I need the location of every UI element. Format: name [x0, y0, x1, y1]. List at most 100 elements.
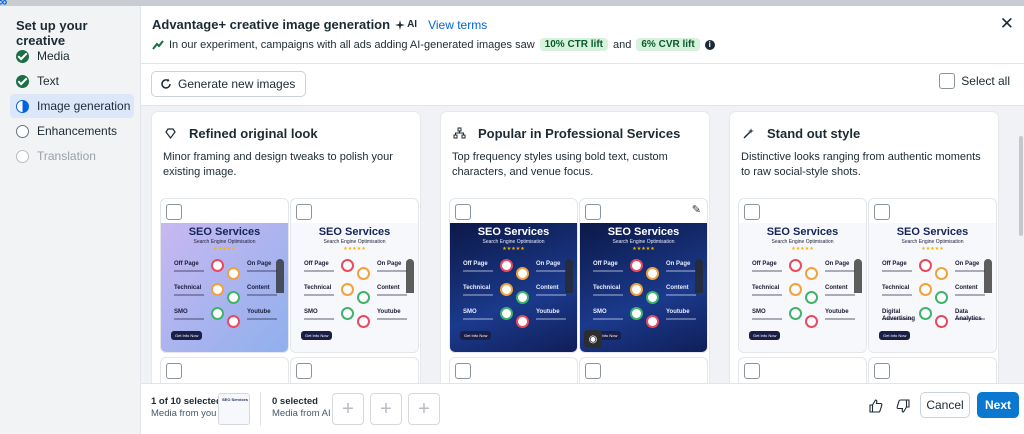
poster-heading: SEO Services	[766, 226, 839, 238]
eye-icon[interactable]: ◉	[584, 330, 602, 348]
toolbar: Generate new images Select all	[141, 64, 1024, 106]
selected-media-thumbnail[interactable]: SEO Services	[218, 393, 250, 425]
poster-bubble	[630, 283, 643, 296]
info-icon[interactable]: i	[704, 39, 715, 50]
poster-item-left: SMO	[593, 309, 607, 315]
close-icon[interactable]: ✕	[1000, 15, 1014, 32]
rating-stars: ★★★★★	[632, 246, 655, 252]
poster-bubble	[935, 291, 948, 304]
image-tile[interactable]	[450, 358, 577, 383]
image-checkbox[interactable]	[585, 204, 601, 220]
poster-bubble	[805, 291, 818, 304]
card-title-text: Stand out style	[767, 126, 861, 141]
image-tile[interactable]: SEO Services Search Engine Optimisation ★★…	[450, 199, 577, 352]
media-from-ai: 0 selected Media from AI	[272, 396, 331, 420]
style-card-professional: Popular in Professional Services Top fre…	[441, 112, 709, 383]
poster-text-line	[825, 318, 855, 320]
thumbs-down-icon[interactable]	[896, 399, 910, 416]
poster-bubble	[341, 307, 354, 320]
poster-bubble	[211, 283, 224, 296]
image-tile[interactable]: ✎ SEO Services Search Engine Optimisation…	[580, 199, 707, 352]
poster-text-line	[955, 294, 985, 296]
image-tile[interactable]	[291, 358, 418, 383]
image-checkbox[interactable]	[455, 204, 471, 220]
seo-poster-image: SEO Services Search Engine Optimisation ★★…	[291, 223, 418, 352]
poster-text-line	[377, 318, 407, 320]
media-from-ai-label: Media from AI	[272, 408, 331, 419]
experiment-banner: In our experiment, campaigns with all ad…	[152, 38, 715, 51]
half-circle-icon	[16, 99, 29, 113]
image-tile[interactable]: SEO Services Search Engine Optimisation ★★…	[739, 199, 866, 352]
page-title-text: Advantage+ creative image generation	[152, 17, 391, 32]
scrollbar[interactable]	[1019, 136, 1023, 236]
refresh-icon	[161, 78, 171, 89]
check-circle-icon	[16, 74, 29, 88]
image-tile[interactable]: SEO Services Search Engine Optimisation ★★…	[161, 199, 288, 352]
generate-new-images-button[interactable]: Generate new images	[151, 71, 307, 97]
poster-heading: SEO Services	[188, 226, 261, 238]
poster-bubble	[357, 267, 370, 280]
poster-bubble	[646, 291, 659, 304]
poster-text-line	[463, 318, 493, 320]
poster-bubble	[646, 267, 659, 280]
sidebar-item-image-generation[interactable]: Image generation	[10, 94, 134, 118]
image-tile[interactable]	[580, 358, 707, 383]
building-icon	[453, 127, 466, 139]
select-all[interactable]: Select all	[939, 73, 1010, 89]
image-checkbox[interactable]	[874, 363, 890, 379]
image-tile[interactable]	[161, 358, 288, 383]
view-terms-link[interactable]: View terms	[428, 18, 487, 32]
next-button[interactable]: Next	[977, 392, 1019, 418]
ai-badge: AI	[395, 19, 417, 30]
image-checkbox[interactable]	[166, 363, 182, 379]
image-tile[interactable]	[739, 358, 866, 383]
poster-person	[406, 259, 414, 293]
poster-subheading: Search Engine Optimisation	[193, 239, 256, 245]
sidebar-item-enhancements[interactable]: Enhancements	[10, 119, 134, 143]
poster-bubble	[919, 307, 932, 320]
pencil-icon[interactable]: ✎	[692, 203, 701, 216]
image-checkbox[interactable]	[744, 363, 760, 379]
image-checkbox[interactable]	[296, 363, 312, 379]
add-media-slot[interactable]: +	[332, 393, 364, 425]
poster-item-left: Off Page	[882, 261, 907, 267]
thumbs-up-icon[interactable]	[869, 399, 883, 416]
image-checkbox[interactable]	[455, 363, 471, 379]
image-checkbox[interactable]	[585, 363, 601, 379]
poster-subheading: Search Engine Optimisation	[323, 239, 386, 245]
ctr-lift-badge: 10% CTR lift	[539, 38, 608, 51]
poster-bubble	[919, 259, 932, 272]
sidebar-item-text[interactable]: Text	[10, 69, 134, 93]
image-tile[interactable]: SEO Services Search Engine Optimisation ★★…	[291, 199, 418, 352]
sidebar-item-media[interactable]: Media	[10, 44, 134, 68]
poster-bubble	[935, 267, 948, 280]
poster-text-line	[247, 318, 277, 320]
sparkle-icon	[743, 128, 754, 139]
poster-item-left: Off Page	[174, 261, 199, 267]
image-checkbox[interactable]	[166, 204, 182, 220]
select-all-checkbox[interactable]	[939, 73, 956, 89]
poster-item-left: SMO	[752, 309, 766, 315]
poster-person	[276, 259, 284, 293]
rating-stars: ★★★★★	[921, 246, 944, 252]
ai-badge-label: AI	[407, 19, 418, 30]
add-media-slot[interactable]: +	[370, 393, 402, 425]
image-checkbox[interactable]	[744, 204, 760, 220]
poster-bubble	[341, 259, 354, 272]
cvr-lift-badge: 6% CVR lift	[636, 38, 700, 51]
poster-text-line	[825, 294, 855, 296]
poster-text-line	[377, 270, 407, 272]
image-checkbox[interactable]	[874, 204, 890, 220]
image-tile[interactable]: SEO Services Search Engine Optimisation ★★…	[869, 199, 996, 352]
image-checkbox[interactable]	[296, 204, 312, 220]
add-media-slot[interactable]: +	[408, 393, 440, 425]
rating-stars: ★★★★★	[343, 246, 366, 252]
card-description: Distinctive looks ranging from authentic…	[741, 151, 981, 178]
poster-bubble	[357, 291, 370, 304]
cancel-button[interactable]: Cancel	[920, 392, 970, 418]
poster-bubble	[646, 315, 659, 328]
poster-heading: SEO Services	[477, 226, 550, 238]
poster-bubble	[211, 307, 224, 320]
image-tile[interactable]	[869, 358, 996, 383]
main-panel: Advantage+ creative image generation AI …	[141, 6, 1024, 434]
